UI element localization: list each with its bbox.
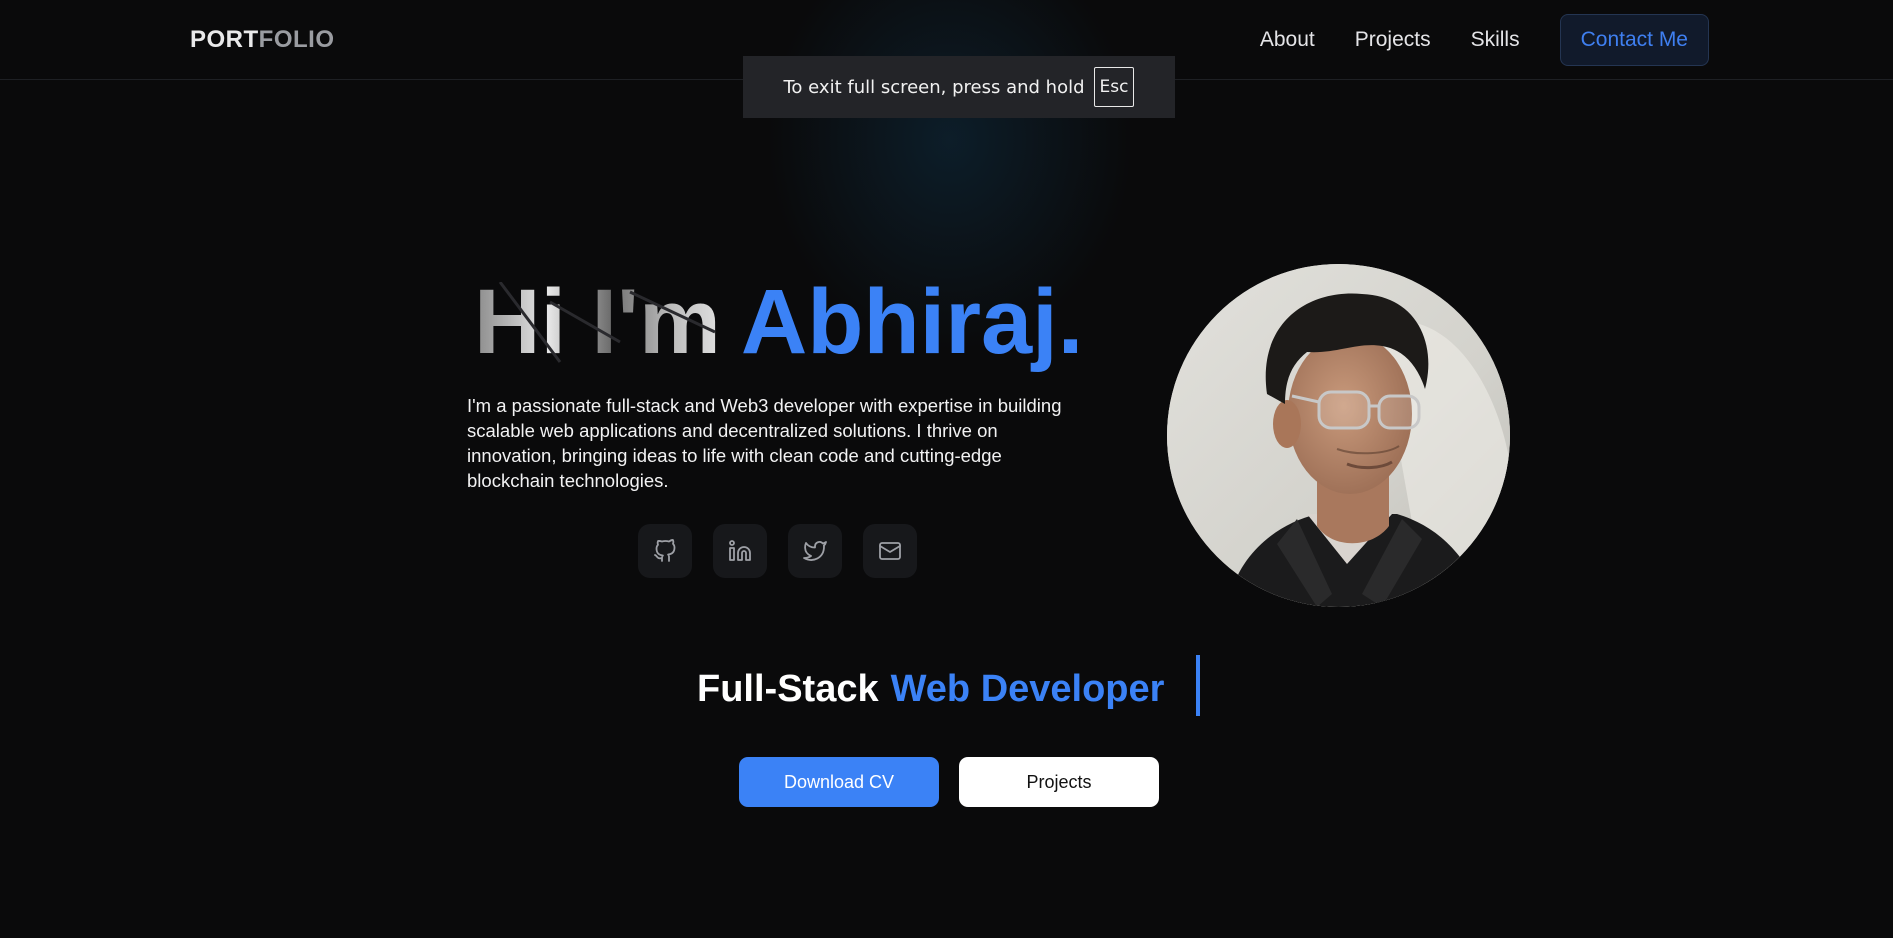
logo-part-1: PORT <box>190 26 259 53</box>
role-part-1: Full-Stack <box>697 668 879 710</box>
role-part-2: Web Developer <box>890 668 1165 710</box>
contact-me-button[interactable]: Contact Me <box>1559 14 1709 66</box>
fullscreen-notice-text: To exit full screen, press and hold <box>783 76 1085 98</box>
linkedin-icon <box>729 540 751 561</box>
typing-cursor <box>1196 655 1200 716</box>
social-links <box>638 524 938 578</box>
logo[interactable]: PORTFOLIO <box>190 26 335 54</box>
linkedin-link[interactable] <box>713 524 767 578</box>
logo-part-2: FOLIO <box>258 26 335 53</box>
portfolio-page: PORTFOLIO About Projects Skills Contact … <box>0 0 1893 938</box>
profile-portrait-illustration <box>1167 264 1510 607</box>
email-link[interactable] <box>863 524 917 578</box>
greeting-streaks-decoration <box>498 282 716 363</box>
hero-name: Abhiraj. <box>740 271 1084 373</box>
nav-skills[interactable]: Skills <box>1471 28 1520 52</box>
twitter-icon <box>803 541 827 561</box>
github-link[interactable] <box>638 524 692 578</box>
nav-projects[interactable]: Projects <box>1355 28 1431 52</box>
download-cv-button[interactable]: Download CV <box>739 757 939 807</box>
esc-key-badge: Esc <box>1093 67 1135 107</box>
twitter-link[interactable] <box>788 524 842 578</box>
github-icon <box>654 539 676 562</box>
main-nav: About Projects Skills Contact Me <box>1260 14 1709 66</box>
fullscreen-exit-notice: To exit full screen, press and hold Esc <box>743 56 1175 118</box>
profile-photo <box>1167 264 1510 607</box>
mail-icon <box>879 542 901 560</box>
hero-description: I'm a passionate full-stack and Web3 dev… <box>467 395 1062 491</box>
nav-about[interactable]: About <box>1260 28 1315 52</box>
role-headline: Full-Stack Web Developer <box>697 668 1164 711</box>
projects-button[interactable]: Projects <box>959 757 1159 807</box>
